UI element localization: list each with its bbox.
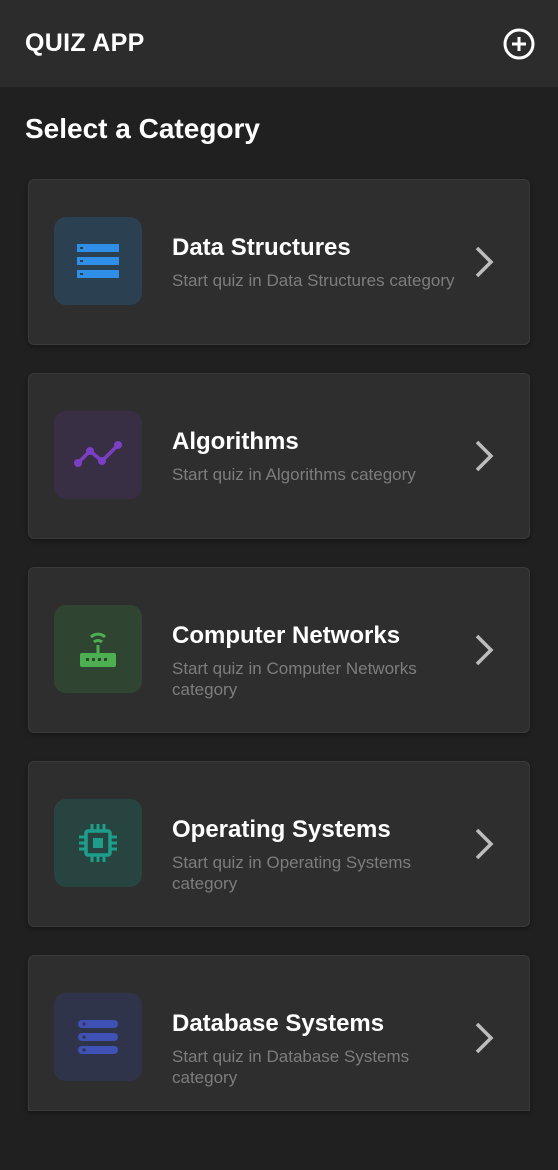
category-title: Operating Systems [172, 816, 391, 843]
chevron-right-icon [475, 634, 494, 666]
category-icon-box [54, 411, 142, 499]
category-icon-box [54, 217, 142, 305]
category-subtitle: Start quiz in Data Structures category [172, 271, 455, 290]
add-circle-icon [503, 28, 535, 59]
category-title: Data Structures [172, 234, 351, 261]
category-icon-box [54, 993, 142, 1081]
list-icon [77, 244, 119, 278]
category-card-operating-systems[interactable]: Operating Systems Start quiz in Operatin… [28, 761, 530, 927]
category-icon-box [54, 605, 142, 693]
category-card-data-structures[interactable]: Data Structures Start quiz in Data Struc… [28, 179, 530, 345]
category-icon-box [54, 799, 142, 887]
category-subtitle: Start quiz in Database Systems category [172, 1047, 410, 1087]
line-graph-icon [74, 441, 122, 467]
category-title: Database Systems [172, 1010, 385, 1037]
category-card-algorithms[interactable]: Algorithms Start quiz in Algorithms cate… [28, 373, 530, 539]
chevron-right-icon [475, 246, 494, 278]
page-title: Select a Category [25, 113, 260, 144]
category-card-database-systems[interactable]: Database Systems Start quiz in Database … [28, 955, 530, 1111]
category-title: Computer Networks [172, 622, 401, 649]
category-subtitle: Start quiz in Computer Networks category [172, 659, 417, 699]
chevron-right-icon [475, 1022, 494, 1054]
chevron-right-icon [475, 828, 494, 860]
add-button[interactable] [502, 27, 536, 61]
app-title: QUIZ APP [25, 29, 145, 57]
category-subtitle: Start quiz in Operating Systems category [172, 853, 412, 893]
app-bar: QUIZ APP [0, 0, 558, 87]
category-card-computer-networks[interactable]: Computer Networks Start quiz in Computer… [28, 567, 530, 733]
category-subtitle: Start quiz in Algorithms category [172, 465, 416, 484]
router-icon [80, 632, 116, 667]
chevron-right-icon [475, 440, 494, 472]
category-title: Algorithms [172, 428, 299, 455]
chip-icon [79, 824, 117, 862]
category-list: Data Structures Start quiz in Data Struc… [28, 179, 530, 1111]
storage-icon [78, 1020, 118, 1054]
